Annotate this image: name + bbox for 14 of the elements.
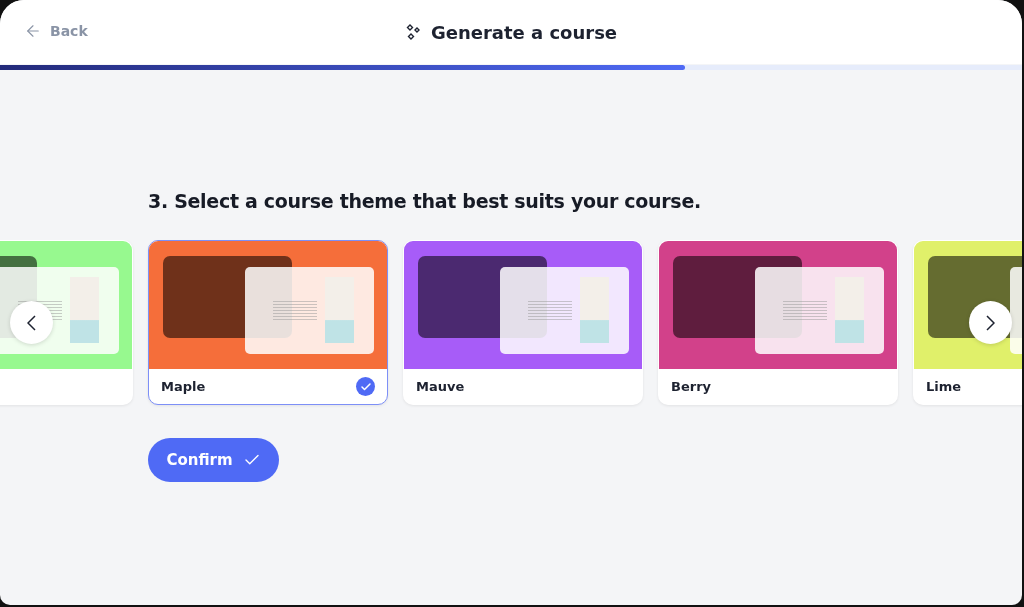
theme-card[interactable]: Maple (148, 240, 388, 405)
theme-card[interactable]: Mauve (403, 240, 643, 405)
theme-card[interactable]: Lime (913, 240, 1022, 405)
theme-card[interactable]: Berry (658, 240, 898, 405)
question-heading: 3. Select a course theme that best suits your course. (148, 190, 702, 212)
confirm-button[interactable]: Confirm (148, 438, 279, 482)
theme-name: Lime (926, 379, 962, 394)
theme-name: Mauve (416, 379, 465, 394)
page-title: Generate a course (430, 21, 618, 43)
check-icon (356, 377, 375, 396)
theme-name: Maple (161, 379, 206, 394)
chevron-left-icon (27, 314, 36, 331)
theme-name: Berry (671, 379, 712, 394)
chevron-right-icon (986, 314, 995, 331)
